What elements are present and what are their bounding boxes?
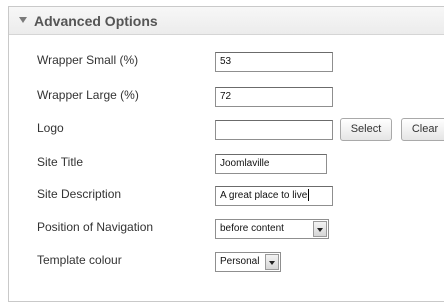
clear-logo-button[interactable]: Clear <box>401 118 444 141</box>
select-logo-button[interactable]: Select <box>340 118 392 141</box>
navigation-position-row: Position of Navigation before content <box>9 217 444 241</box>
wrapper-large-value: 72 <box>220 91 232 102</box>
logo-input[interactable] <box>215 120 333 140</box>
wrapper-small-label: Wrapper Small (%) <box>37 53 139 67</box>
wrapper-large-input[interactable]: 72 <box>215 87 333 107</box>
site-description-label: Site Description <box>37 187 122 201</box>
site-title-row: Site Title Joomlaville <box>9 152 444 176</box>
site-description-value: A great place to live <box>220 190 308 201</box>
dropdown-button[interactable] <box>313 221 327 237</box>
navigation-position-select[interactable]: before content <box>215 219 329 239</box>
chevron-down-icon <box>269 261 275 265</box>
wrapper-large-label: Wrapper Large (%) <box>37 88 139 102</box>
logo-label: Logo <box>37 121 64 135</box>
template-colour-value: Personal <box>220 256 260 267</box>
site-title-value: Joomlaville <box>220 158 270 169</box>
panel-title: Advanced Options <box>34 13 158 29</box>
template-colour-label: Template colour <box>37 253 122 267</box>
site-description-row: Site Description A great place to live <box>9 184 444 208</box>
navigation-position-label: Position of Navigation <box>37 220 154 234</box>
site-title-input[interactable]: Joomlaville <box>215 154 327 174</box>
advanced-options-panel: Advanced Options Wrapper Small (%) 53 Wr… <box>8 6 444 302</box>
chevron-down-icon <box>317 228 323 232</box>
collapse-arrow-icon[interactable] <box>19 17 27 23</box>
text-caret <box>308 189 310 202</box>
wrapper-small-value: 53 <box>220 56 232 67</box>
navigation-position-value: before content <box>220 223 284 234</box>
wrapper-large-row: Wrapper Large (%) 72 <box>9 85 444 109</box>
wrapper-small-row: Wrapper Small (%) 53 <box>9 50 444 74</box>
wrapper-small-input[interactable]: 53 <box>215 52 333 72</box>
site-title-label: Site Title <box>37 155 84 169</box>
dropdown-button[interactable] <box>265 254 279 270</box>
logo-row: Logo Select Clear <box>9 118 444 142</box>
template-colour-select[interactable]: Personal <box>215 252 281 272</box>
site-description-input[interactable]: A great place to live <box>215 186 333 206</box>
panel-header[interactable]: Advanced Options <box>9 7 444 35</box>
template-colour-row: Template colour Personal <box>9 250 444 274</box>
